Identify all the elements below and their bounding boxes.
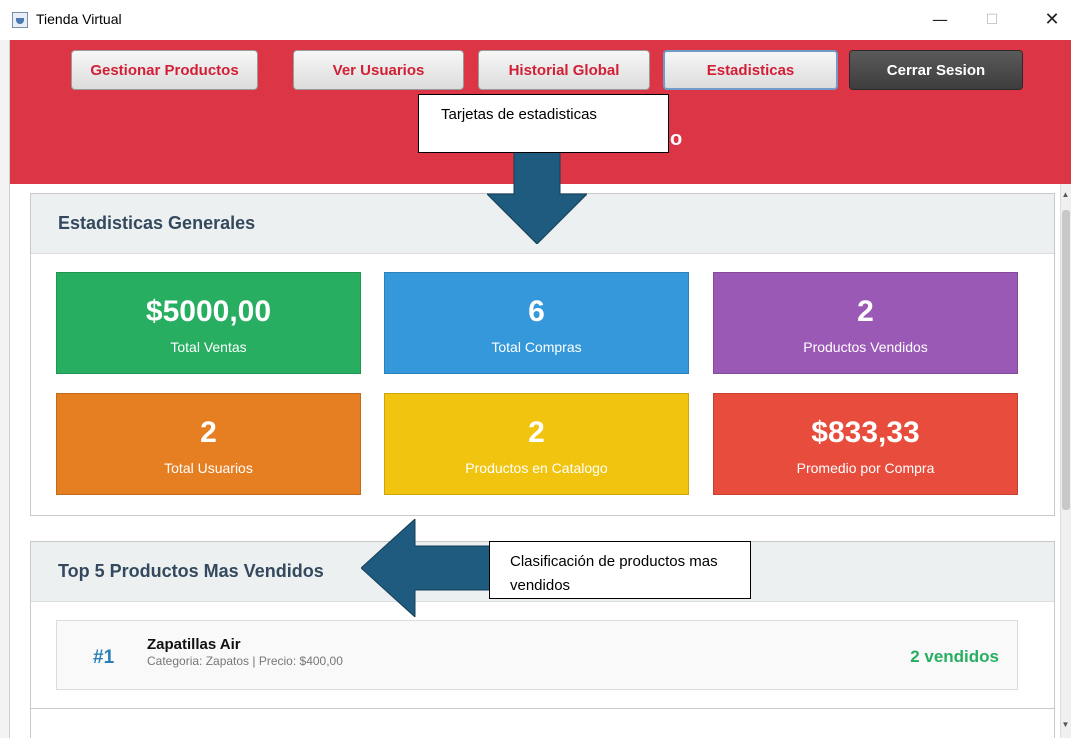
stat-card-catalog-products: 2 Productos en Catalogo <box>384 393 689 495</box>
scroll-up-icon[interactable]: ▲ <box>1061 190 1070 204</box>
header-title: o <box>670 128 683 150</box>
close-button[interactable]: ✕ <box>1032 6 1071 34</box>
scroll-down-icon[interactable]: ▼ <box>1061 720 1070 734</box>
stat-value: $833,33 <box>811 416 920 449</box>
global-history-button[interactable]: Historial Global <box>478 50 650 90</box>
stat-card-total-sales: $5000,00 Total Ventas <box>56 272 361 374</box>
stat-card-total-purchases: 6 Total Compras <box>384 272 689 374</box>
product-name: Zapatillas Air <box>147 636 241 653</box>
top-product-row: #1 Zapatillas Air Categoria: Zapatos | P… <box>56 620 1018 690</box>
stat-value: 2 <box>528 416 545 449</box>
stat-value: 2 <box>857 295 874 328</box>
manage-products-button[interactable]: Gestionar Productos <box>71 50 258 90</box>
stat-label: Productos en Catalogo <box>465 460 608 476</box>
stat-label: Total Ventas <box>170 339 247 355</box>
stat-label: Total Compras <box>491 339 582 355</box>
window-titlebar: Tienda Virtual — ☐ ✕ <box>0 0 1071 40</box>
stat-card-total-users: 2 Total Usuarios <box>56 393 361 495</box>
top-products-annotation: Clasificación de productos mas vendidos <box>489 541 751 599</box>
stat-value: $5000,00 <box>145 295 272 328</box>
stat-card-average-purchase: $833,33 Promedio por Compra <box>713 393 1018 495</box>
stat-card-products-sold: 2 Productos Vendidos <box>713 272 1018 374</box>
java-app-icon <box>12 12 28 28</box>
stats-cards-annotation: Tarjetas de estadisticas <box>418 94 669 153</box>
view-users-button[interactable]: Ver Usuarios <box>293 50 464 90</box>
logout-button[interactable]: Cerrar Sesion <box>849 50 1023 90</box>
product-info: Categoria: Zapatos | Precio: $400,00 <box>147 654 343 668</box>
maximize-button[interactable]: ☐ <box>972 6 1012 34</box>
window-title: Tienda Virtual <box>36 11 122 27</box>
stat-value: 2 <box>200 416 217 449</box>
next-panel-edge <box>30 708 1055 738</box>
stat-value: 6 <box>528 295 545 328</box>
product-sold-count: 2 vendidos <box>910 647 999 666</box>
content-scroll-area: Estadisticas Generales $5000,00 Total Ve… <box>10 184 1060 738</box>
stat-label: Total Usuarios <box>164 460 253 476</box>
arrow-down-icon <box>487 150 587 244</box>
arrow-left-icon <box>361 519 491 617</box>
stat-label: Productos Vendidos <box>803 339 928 355</box>
window-left-edge <box>0 40 10 738</box>
statistics-button[interactable]: Estadisticas <box>663 50 838 90</box>
stat-label: Promedio por Compra <box>796 460 935 476</box>
minimize-button[interactable]: — <box>920 6 960 34</box>
scrollbar-thumb[interactable] <box>1062 210 1070 510</box>
vertical-scrollbar[interactable]: ▲ ▼ <box>1060 184 1071 738</box>
product-rank: #1 <box>93 647 115 668</box>
